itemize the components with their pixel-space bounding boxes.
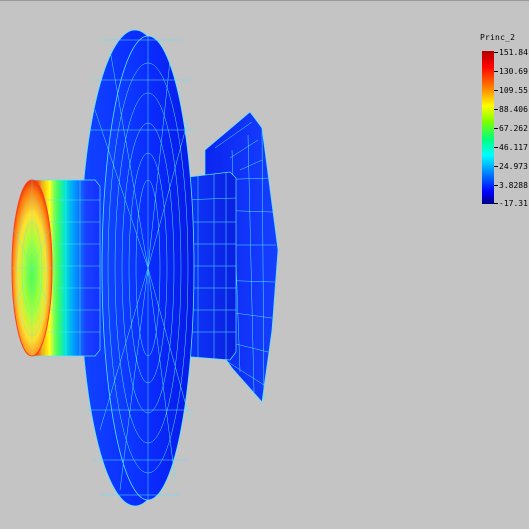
legend-value: 109.55 <box>499 86 528 95</box>
legend-tick <box>494 128 498 129</box>
legend-value: 3.8288 <box>499 181 528 190</box>
legend-value: 88.406 <box>499 105 528 114</box>
legend-value: 130.69 <box>499 67 528 76</box>
fea-viewport[interactable] <box>0 0 529 529</box>
legend-tick <box>494 147 498 148</box>
legend-tick <box>494 203 498 204</box>
front-face <box>11 179 53 357</box>
legend-value: 151.84 <box>499 48 528 57</box>
legend-value: 46.117 <box>499 143 528 152</box>
legend-value: 67.262 <box>499 124 528 133</box>
legend-tick <box>494 90 498 91</box>
legend-tick <box>494 166 498 167</box>
legend-value: -17.31 <box>499 199 528 208</box>
legend-tick <box>494 52 498 53</box>
legend-title: Princ_2 <box>480 33 516 42</box>
legend-color-bar <box>482 51 494 204</box>
legend-value: 24.973 <box>499 162 528 171</box>
legend-tick <box>494 109 498 110</box>
legend-tick <box>494 71 498 72</box>
legend-tick <box>494 185 498 186</box>
